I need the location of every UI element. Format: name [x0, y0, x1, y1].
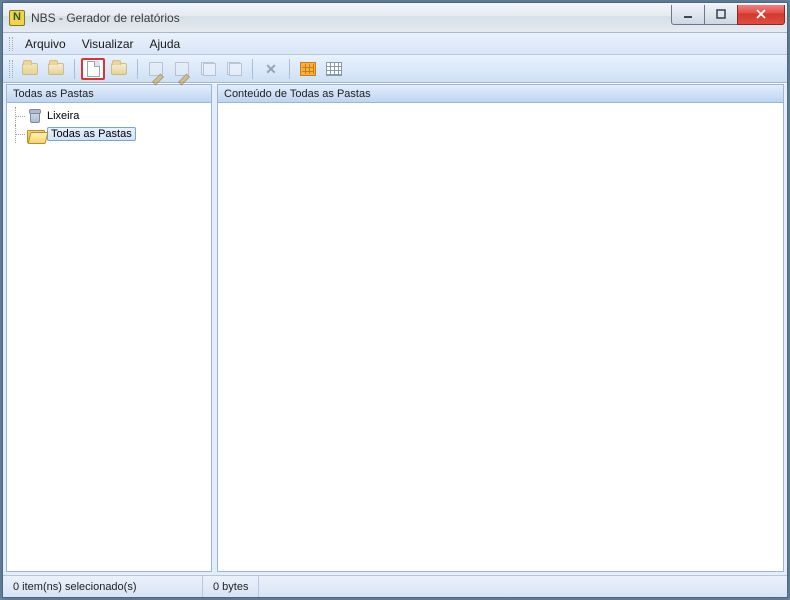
close-button[interactable]: [737, 5, 785, 25]
status-bar: 0 item(ns) selecionado(s) 0 bytes: [3, 575, 787, 597]
status-size: 0 bytes: [203, 576, 259, 597]
rename-button[interactable]: [170, 58, 194, 80]
copy-icon: [201, 62, 216, 76]
tree-node-trash[interactable]: Lixeira: [9, 107, 209, 125]
menu-view[interactable]: Visualizar: [74, 35, 142, 53]
content-area: Todas as Pastas Lixeira Todas as Pastas: [3, 83, 787, 575]
new-folder-button[interactable]: [18, 58, 42, 80]
maximize-button[interactable]: [704, 5, 738, 25]
toolbar-separator: [289, 59, 290, 79]
duplicate-icon: [227, 62, 242, 76]
folders-pane: Todas as Pastas Lixeira Todas as Pastas: [6, 84, 212, 572]
window-title: NBS - Gerador de relatórios: [31, 11, 672, 25]
details-view-button[interactable]: [322, 58, 346, 80]
menu-file[interactable]: Arquivo: [17, 35, 74, 53]
minimize-button[interactable]: [671, 5, 705, 25]
trash-icon: [27, 109, 43, 123]
toolbar-separator: [252, 59, 253, 79]
toolbar: ✕: [3, 55, 787, 83]
edit-button[interactable]: [144, 58, 168, 80]
title-bar[interactable]: N NBS - Gerador de relatórios: [3, 3, 787, 33]
folder-open-icon: [111, 63, 127, 75]
app-window: N NBS - Gerador de relatórios Arquivo Vi…: [2, 2, 788, 598]
large-icons-view-button[interactable]: [296, 58, 320, 80]
folder-tree[interactable]: Lixeira Todas as Pastas: [7, 103, 211, 571]
rename-icon: [175, 62, 189, 76]
menu-bar: Arquivo Visualizar Ajuda: [3, 33, 787, 55]
folder-icon: [22, 63, 38, 75]
tree-node-all-folders[interactable]: Todas as Pastas: [9, 125, 209, 143]
open-document-button[interactable]: [107, 58, 131, 80]
details-icon: [326, 62, 342, 76]
toolbar-grip-icon: [9, 60, 13, 78]
copy-button[interactable]: [196, 58, 220, 80]
menu-help[interactable]: Ajuda: [142, 35, 189, 53]
toolbar-separator: [74, 59, 75, 79]
content-pane-header: Conteúdo de Todas as Pastas: [218, 85, 783, 103]
folder-open-icon: [48, 63, 64, 75]
duplicate-button[interactable]: [222, 58, 246, 80]
large-icons-icon: [300, 62, 316, 76]
tree-node-label: Lixeira: [47, 110, 79, 122]
tree-node-label: Todas as Pastas: [47, 127, 136, 141]
menubar-grip-icon: [9, 37, 13, 51]
status-selection: 0 item(ns) selecionado(s): [3, 576, 203, 597]
window-controls: [672, 5, 785, 25]
toolbar-separator: [137, 59, 138, 79]
folders-pane-header: Todas as Pastas: [7, 85, 211, 103]
new-document-button[interactable]: [81, 58, 105, 80]
open-folder-button[interactable]: [44, 58, 68, 80]
edit-icon: [149, 62, 163, 76]
delete-button[interactable]: ✕: [259, 58, 283, 80]
delete-icon: ✕: [265, 62, 277, 76]
document-icon: [87, 61, 100, 77]
app-icon: N: [9, 10, 25, 26]
folder-open-icon: [27, 127, 43, 141]
content-pane: Conteúdo de Todas as Pastas: [217, 84, 784, 572]
content-list[interactable]: [218, 103, 783, 571]
